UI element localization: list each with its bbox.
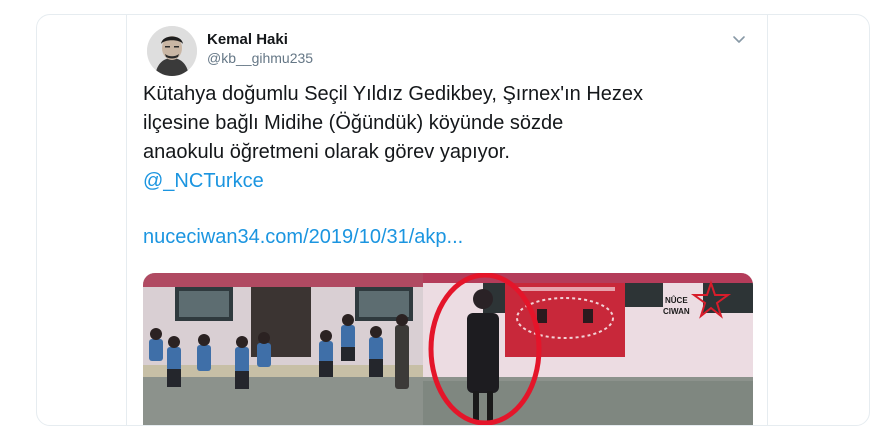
watermark-line: NÛCE	[665, 296, 688, 305]
mention-link[interactable]: @_NCTurkce	[143, 167, 264, 196]
media-scene: NÛCE CIWAN	[143, 273, 753, 425]
avatar[interactable]	[147, 26, 197, 76]
watermark-line: CIWAN	[663, 307, 690, 316]
media-video[interactable]: NÛCE CIWAN	[143, 273, 753, 425]
avatar-image	[147, 26, 197, 76]
tweet-text-line: anaokulu öğretmeni olarak görev yapıyor.	[143, 141, 510, 163]
tweet-text-line: Kütahya doğumlu Seçil Yıldız Gedikbey, Ş…	[143, 83, 644, 105]
tweet-card[interactable]: Kemal Haki @kb__gihmu235 Kütahya doğumlu…	[126, 15, 768, 425]
article-link[interactable]: nuceciwan34.com/2019/10/31/akp...	[143, 226, 463, 249]
author-name[interactable]: Kemal Haki	[207, 31, 288, 48]
author-handle[interactable]: @kb__gihmu235	[207, 50, 313, 66]
chevron-down-icon[interactable]	[730, 30, 748, 48]
screenshot-frame: Kemal Haki @kb__gihmu235 Kütahya doğumlu…	[36, 14, 870, 426]
tweet-text-line: ilçesine bağlı Midihe (Öğündük) köyünde …	[143, 112, 564, 134]
tweet-text: Kütahya doğumlu Seçil Yıldız Gedikbey, Ş…	[143, 80, 753, 196]
